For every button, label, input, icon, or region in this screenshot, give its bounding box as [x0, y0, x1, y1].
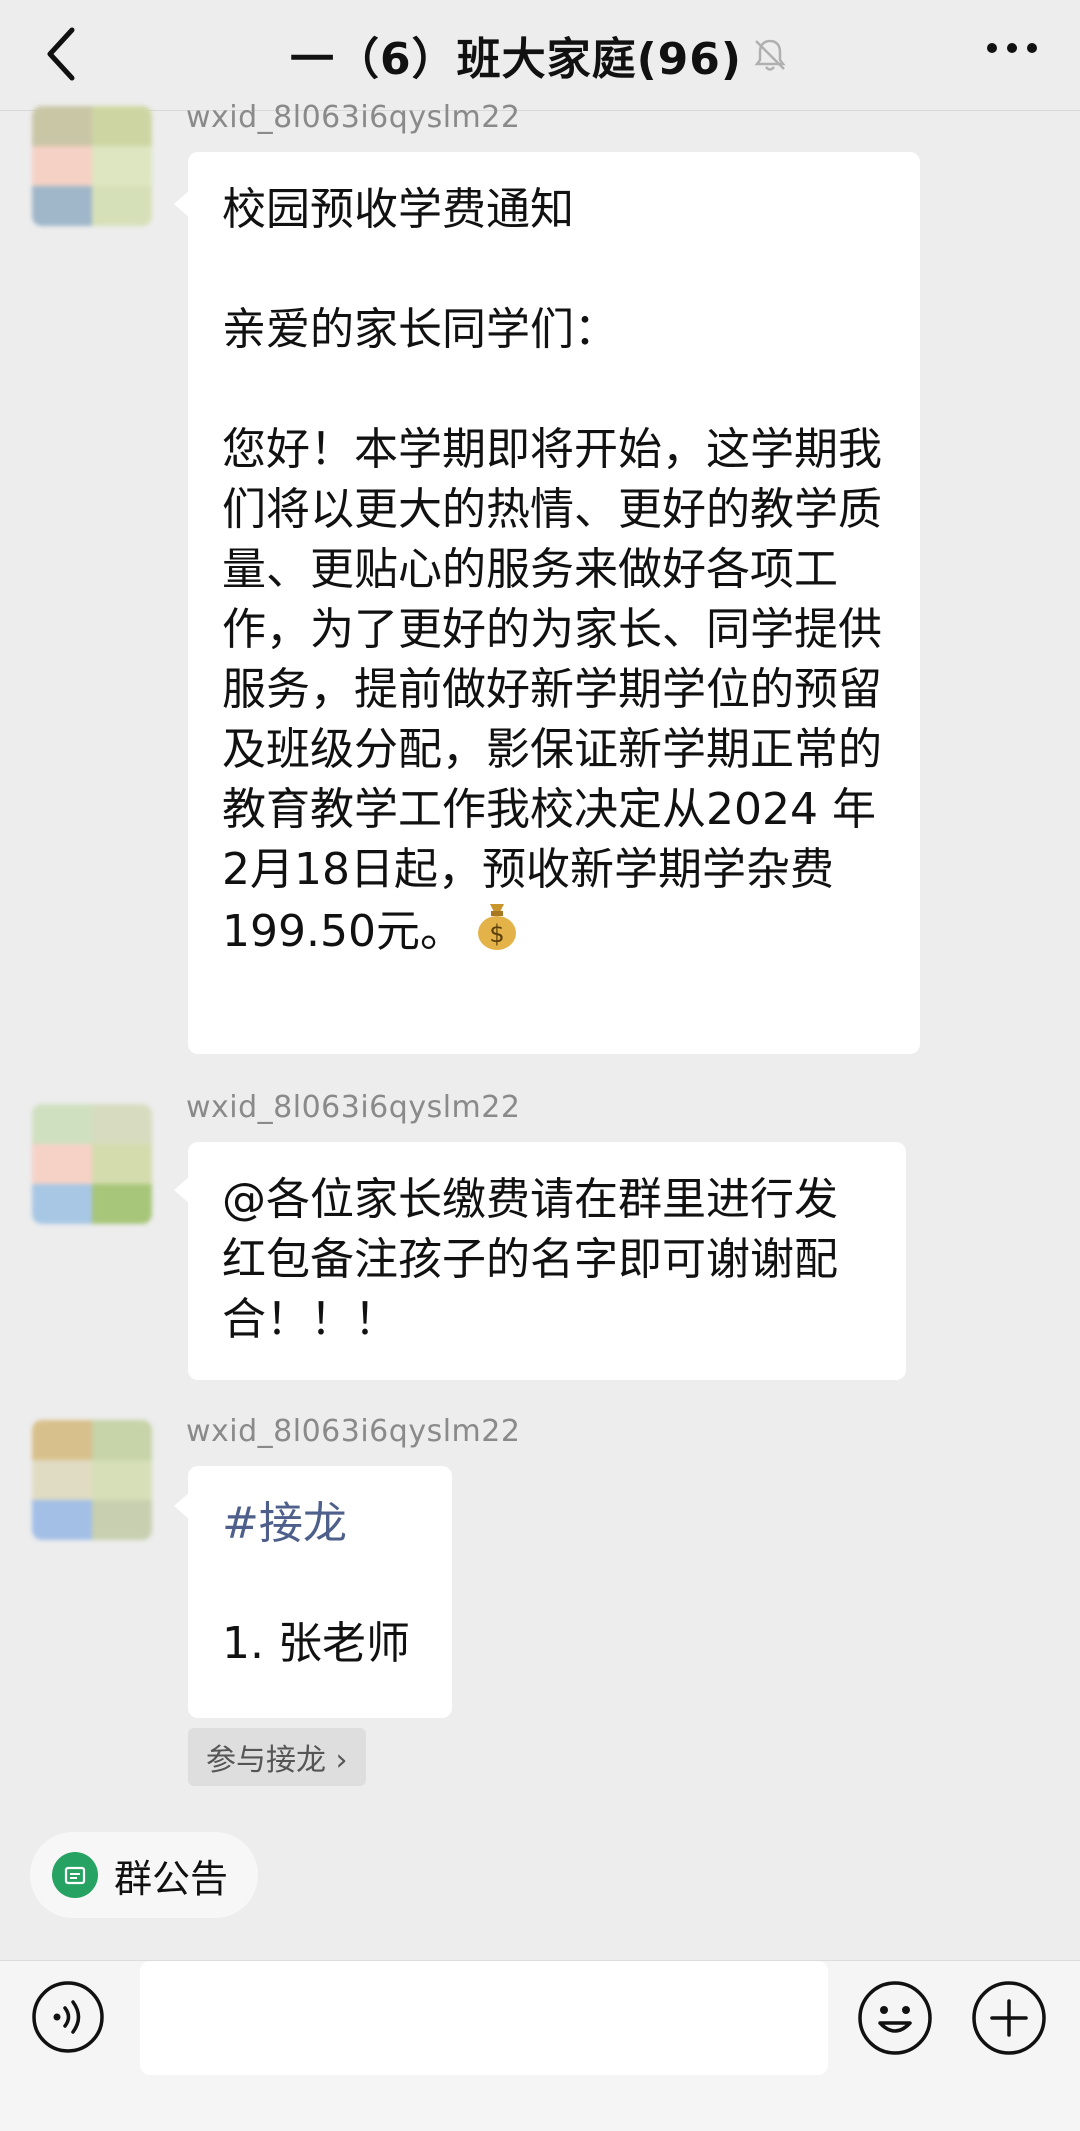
message-bubble[interactable]: @各位家长缴费请在群里进行发红包备注孩子的名字即可谢谢配合！！！	[188, 1142, 906, 1380]
voice-icon[interactable]	[30, 1979, 106, 2055]
chat-title[interactable]: 一（6）班大家庭(96)	[290, 23, 742, 87]
message-body: 您好！本学期即将开始，这学期我们将以更大的热情、更好的教学质量、更贴心的服务来做…	[222, 420, 886, 962]
message-input[interactable]	[140, 1961, 828, 2075]
join-solitaire-button[interactable]: 参与接龙 ›	[188, 1728, 366, 1786]
avatar[interactable]	[32, 106, 152, 226]
message-bubble[interactable]: 校园预收学费通知 亲爱的家长同学们： 您好！本学期即将开始，这学期我们将以更大的…	[188, 152, 920, 1054]
sender-name: wxid_8l063i6qyslm22	[186, 1414, 521, 1449]
solitaire-hashtag[interactable]: #接龙	[222, 1494, 418, 1554]
message-heading: 校园预收学费通知	[222, 184, 574, 235]
emoji-icon[interactable]	[856, 1979, 934, 2057]
sender-name: wxid_8l063i6qyslm22	[186, 1090, 521, 1125]
announcement-icon	[52, 1852, 98, 1898]
avatar[interactable]	[32, 1420, 152, 1540]
solitaire-item: 1. 张老师	[222, 1618, 410, 1669]
bell-off-icon	[754, 39, 786, 71]
message-body-text: 您好！本学期即将开始，这学期我们将以更大的热情、更好的教学质量、更贴心的服务来做…	[222, 424, 882, 957]
message-text: @各位家长缴费请在群里进行发红包备注孩子的名字即可谢谢配合！！！	[222, 1174, 838, 1345]
plus-icon[interactable]	[970, 1979, 1048, 2057]
announcement-label: 群公告	[114, 1856, 229, 1901]
chat-header: 一（6）班大家庭(96)	[0, 0, 1080, 111]
more-dots-icon[interactable]	[984, 40, 1040, 56]
chat-title-area: 一（6）班大家庭(96)	[0, 22, 1080, 88]
group-announcement-button[interactable]: 群公告	[30, 1832, 259, 1918]
input-bar	[0, 1960, 1080, 2131]
sender-name: wxid_8l063i6qyslm22	[186, 100, 521, 135]
message-greeting: 亲爱的家长同学们：	[222, 304, 618, 355]
solitaire-bubble[interactable]: #接龙 1. 张老师	[188, 1466, 452, 1718]
svg-text:$: $	[489, 920, 504, 948]
avatar[interactable]	[32, 1104, 152, 1224]
money-bag-icon: $	[477, 904, 516, 950]
